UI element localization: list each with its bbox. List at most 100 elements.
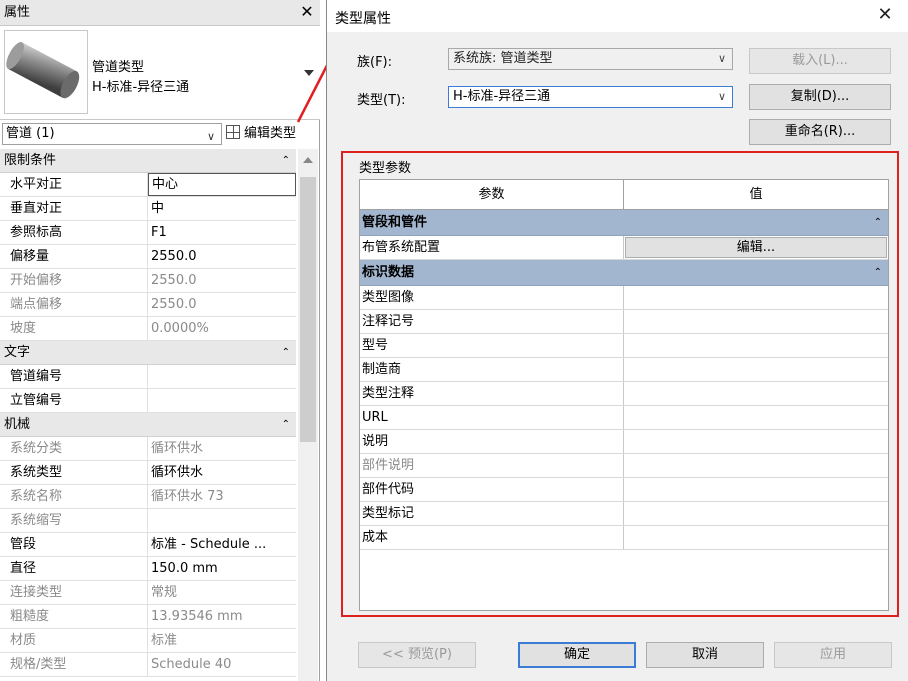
parameter-row: 型号: [360, 334, 888, 358]
parameter-value[interactable]: [624, 286, 888, 309]
dialog-title: 类型属性: [335, 11, 391, 27]
edit-type-button[interactable]: 编辑类型: [226, 122, 318, 146]
parameter-name: URL: [360, 406, 624, 429]
collapse-icon[interactable]: ⌃: [874, 260, 882, 286]
property-value: 标准: [151, 633, 178, 648]
property-row: 水平对正 中心: [0, 173, 296, 197]
family-value: 系统族: 管道类型: [453, 51, 553, 66]
parameter-group-header[interactable]: 管段和管件 ⌃: [360, 210, 888, 236]
duplicate-button[interactable]: 复制(D)...: [749, 84, 891, 110]
family-dropdown[interactable]: 系统族: 管道类型 ∨: [448, 48, 733, 70]
property-row: 直径 150.0 mm: [0, 557, 296, 581]
collapse-icon[interactable]: ⌃: [282, 149, 290, 173]
property-row: 系统缩写: [0, 509, 296, 533]
parameter-value[interactable]: [624, 478, 888, 501]
column-header-value[interactable]: 值: [624, 180, 888, 209]
property-name: 系统类型: [0, 461, 148, 484]
property-value[interactable]: [148, 389, 296, 412]
parameter-value: [624, 454, 888, 477]
column-header-parameter[interactable]: 参数: [360, 180, 624, 209]
parameter-value[interactable]: [624, 382, 888, 405]
collapse-icon[interactable]: ⌃: [874, 210, 882, 236]
property-value[interactable]: 2550.0: [148, 245, 296, 268]
property-row: 连接类型 常规: [0, 581, 296, 605]
properties-scrollbar[interactable]: [298, 149, 318, 681]
type-dropdown[interactable]: H-标准-异径三通 ∨: [448, 86, 733, 108]
cancel-button[interactable]: 取消: [646, 642, 764, 668]
close-icon[interactable]: ✕: [875, 5, 895, 25]
instance-filter-dropdown[interactable]: 管道 (1) ∨: [2, 123, 222, 145]
preview-button[interactable]: << 预览(P): [358, 642, 476, 668]
table-body: 管段和管件 ⌃ 布管系统配置 编辑... 标识数据 ⌃ 类型图像 注释记号 型号 制造商 类型注释 U…: [360, 210, 888, 550]
property-value: [148, 509, 296, 532]
property-value[interactable]: 中: [148, 197, 296, 220]
parameter-value[interactable]: [624, 502, 888, 525]
type-family-name: 管道类型: [92, 60, 145, 75]
property-value[interactable]: F1: [148, 221, 296, 244]
scroll-up-icon[interactable]: [303, 157, 313, 163]
property-row: 立管编号: [0, 389, 296, 413]
property-row: 坡度 0.0000%: [0, 317, 296, 341]
parameter-value[interactable]: 编辑...: [624, 236, 888, 259]
property-name: 管道编号: [0, 365, 148, 388]
type-value: H-标准-异径三通: [453, 89, 551, 104]
collapse-icon[interactable]: ⌃: [282, 413, 290, 437]
ok-button[interactable]: 确定: [518, 642, 636, 668]
dropdown-arrow-icon[interactable]: [304, 70, 314, 76]
property-value[interactable]: 中心: [148, 173, 296, 196]
edit-routing-button[interactable]: 编辑...: [625, 237, 887, 258]
property-value[interactable]: 标准 - Schedule ...: [148, 533, 296, 556]
property-value: 循环供水 73: [151, 489, 224, 504]
property-row: 粗糙度 13.93546 mm: [0, 605, 296, 629]
parameter-name: 型号: [360, 334, 624, 357]
parameter-value[interactable]: [624, 358, 888, 381]
property-value: 13.93546 mm: [151, 609, 243, 624]
property-group-header[interactable]: 机械 ⌃: [0, 413, 296, 437]
dialog-title-bar: 类型属性 ✕: [327, 0, 908, 32]
property-value: 常规: [151, 585, 178, 600]
parameter-row: 类型标记: [360, 502, 888, 526]
property-row: 系统分类 循环供水: [0, 437, 296, 461]
property-value[interactable]: 循环供水: [148, 461, 296, 484]
type-selector[interactable]: 管道类型 H-标准-异径三通: [0, 26, 320, 120]
type-parameters-panel: 类型参数 参数 值 管段和管件 ⌃ 布管系统配置 编辑... 标识数据 ⌃ 类型图像 注释记号…: [341, 151, 899, 617]
property-group-header[interactable]: 文字 ⌃: [0, 341, 296, 365]
parameter-value[interactable]: [624, 406, 888, 429]
property-name: 立管编号: [0, 389, 148, 412]
parameter-value[interactable]: [624, 310, 888, 333]
chevron-down-icon: ∨: [206, 130, 215, 143]
rename-button[interactable]: 重命名(R)...: [749, 119, 891, 145]
property-row: 系统类型 循环供水: [0, 461, 296, 485]
properties-title-bar: 属性 ✕: [0, 0, 320, 26]
properties-title: 属性: [4, 5, 31, 20]
property-row: 系统名称 循环供水 73: [0, 485, 296, 509]
property-value: 循环供水: [151, 441, 204, 456]
parameter-name: 部件说明: [360, 454, 624, 477]
parameter-value[interactable]: [624, 430, 888, 453]
properties-palette: 属性 ✕ 管道类型 H-标准-异径三通 管道 (1) ∨ 编辑类型 限制条件 ⌃…: [0, 0, 320, 681]
property-group-label: 限制条件: [4, 153, 57, 168]
property-row: 偏移量 2550.0: [0, 245, 296, 269]
parameter-name: 说明: [360, 430, 624, 453]
property-value[interactable]: [148, 365, 296, 388]
parameter-group-header[interactable]: 标识数据 ⌃: [360, 260, 888, 286]
property-value[interactable]: 150.0 mm: [148, 557, 296, 580]
property-name: 管段: [0, 533, 148, 556]
parameter-name: 类型标记: [360, 502, 624, 525]
load-button[interactable]: 载入(L)...: [749, 48, 891, 74]
property-value: 0.0000%: [151, 321, 209, 336]
property-name: 垂直对正: [0, 197, 148, 220]
parameter-name: 成本: [360, 526, 624, 549]
scrollbar-thumb[interactable]: [300, 177, 316, 442]
property-row: 管道编号: [0, 365, 296, 389]
parameter-value[interactable]: [624, 526, 888, 549]
property-group-header[interactable]: 限制条件 ⌃: [0, 149, 296, 173]
close-icon[interactable]: ✕: [298, 3, 316, 21]
parameter-row: 类型图像: [360, 286, 888, 310]
parameter-value[interactable]: [624, 334, 888, 357]
property-name: 材质: [0, 629, 148, 652]
property-value: 2550.0: [151, 273, 197, 288]
apply-button[interactable]: 应用: [774, 642, 892, 668]
pipe-thumbnail-icon: [4, 30, 88, 114]
collapse-icon[interactable]: ⌃: [282, 341, 290, 365]
